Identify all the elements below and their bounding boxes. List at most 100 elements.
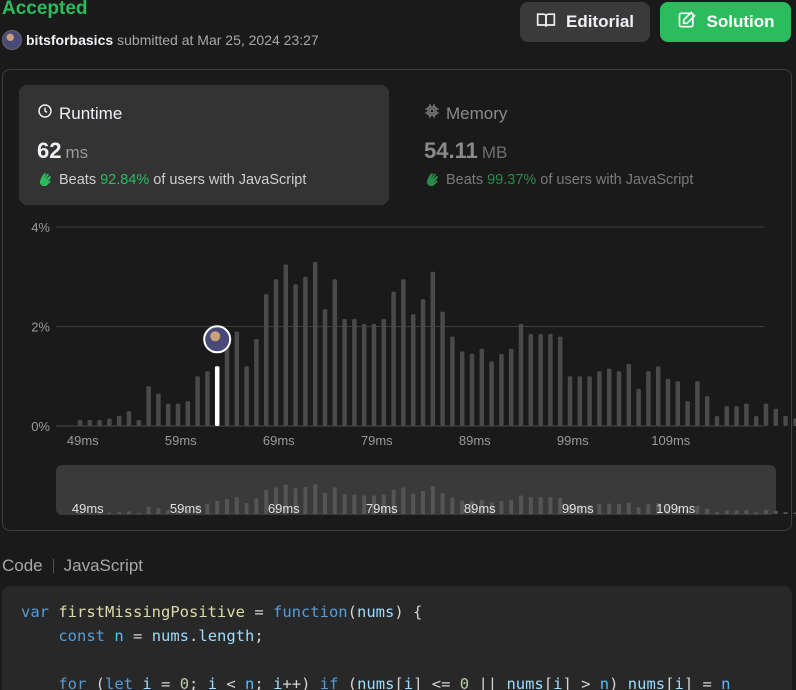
chart-bar[interactable]: [371, 324, 377, 426]
chart-bar[interactable]: [410, 314, 416, 426]
chart-bar[interactable]: [655, 366, 661, 426]
edit-icon: [677, 10, 697, 35]
chart-bar[interactable]: [714, 416, 720, 426]
runtime-card[interactable]: Runtime 62 ms Beats 92.84% of users with …: [19, 85, 389, 205]
chart-bar[interactable]: [744, 403, 749, 426]
chart-bar[interactable]: [273, 279, 279, 426]
chart-bar[interactable]: [303, 276, 308, 426]
memory-card[interactable]: Memory 54.11 MB Beats 99.37% of users wit…: [406, 85, 776, 205]
chart-bar[interactable]: [528, 333, 534, 426]
chart-bar[interactable]: [77, 420, 83, 426]
chart-bar[interactable]: [695, 381, 700, 426]
overview-bar: [646, 504, 651, 514]
chart-bar[interactable]: [459, 351, 465, 426]
code-block[interactable]: var firstMissingPositive = function(nums…: [2, 586, 792, 690]
editorial-button[interactable]: Editorial: [520, 2, 650, 42]
chart-bar[interactable]: [342, 319, 347, 426]
chart-bar[interactable]: [734, 406, 739, 426]
chart-bar[interactable]: [577, 376, 583, 426]
chart-bar[interactable]: [391, 291, 396, 426]
chart-bar[interactable]: [548, 333, 553, 426]
chart-bar[interactable]: [499, 353, 504, 426]
chart-bar[interactable]: [126, 411, 132, 426]
chart-bar[interactable]: [165, 403, 171, 426]
chart-bar[interactable]: [646, 371, 651, 426]
chart-bar[interactable]: [665, 378, 671, 426]
overview-bar: [499, 500, 504, 514]
chart-bar[interactable]: [254, 338, 259, 426]
chart-bar[interactable]: [606, 368, 612, 426]
chart-bar[interactable]: [87, 420, 93, 426]
chart-bar[interactable]: [205, 371, 210, 426]
chart-bar[interactable]: [567, 376, 573, 426]
overview-bar: [528, 497, 533, 514]
chart-bar[interactable]: [450, 336, 455, 426]
chart-bar[interactable]: [244, 366, 249, 426]
chart-bar[interactable]: [185, 401, 191, 426]
chart-bar[interactable]: [401, 279, 406, 426]
chart-bar[interactable]: [312, 261, 318, 426]
overview-tick-label: 49ms: [72, 501, 104, 515]
chart-bar[interactable]: [175, 403, 181, 426]
username-link[interactable]: bitsforbasics: [26, 32, 113, 48]
x-tick-label: 89ms: [459, 433, 491, 448]
chart-bar[interactable]: [557, 336, 563, 426]
chart-bar[interactable]: [156, 393, 161, 426]
code-header: Code JavaScript: [2, 556, 143, 576]
chart-bar[interactable]: [381, 319, 387, 426]
chart-bar[interactable]: [146, 386, 151, 426]
solution-button[interactable]: Solution: [660, 2, 791, 42]
chart-bar[interactable]: [224, 343, 230, 426]
runtime-distribution-chart[interactable]: 4% 2% 0% 49ms 59ms 69ms 79ms 89ms 99ms 109ms: [0, 215, 796, 455]
overview-bar: [734, 510, 739, 514]
chart-bar[interactable]: [469, 353, 475, 426]
chart-bar[interactable]: [420, 299, 426, 426]
overview-tick-label: 79ms: [366, 501, 398, 515]
highlight-bar[interactable]: [214, 366, 220, 426]
chart-bar[interactable]: [597, 371, 602, 426]
x-tick-label: 99ms: [557, 433, 589, 448]
chart-bar[interactable]: [332, 279, 338, 426]
chart-bar[interactable]: [675, 381, 681, 426]
chart-bar[interactable]: [508, 348, 514, 426]
overview-bar: [323, 492, 327, 514]
range-selector-bars[interactable]: 49ms 59ms 69ms 79ms 89ms 99ms 109ms: [0, 465, 796, 515]
chart-bar[interactable]: [636, 388, 641, 426]
chart-bar[interactable]: [704, 396, 710, 426]
avatar[interactable]: [2, 30, 22, 50]
chart-bar[interactable]: [538, 333, 543, 426]
chart-bar[interactable]: [753, 416, 759, 426]
chart-bar[interactable]: [263, 294, 269, 426]
code-language: JavaScript: [63, 556, 144, 575]
chart-bar[interactable]: [195, 376, 200, 426]
chart-bar[interactable]: [440, 311, 445, 426]
chart-bar[interactable]: [116, 416, 122, 426]
memory-beats-prefix: Beats: [446, 172, 484, 188]
chart-bar[interactable]: [773, 408, 779, 426]
chart-bar[interactable]: [430, 271, 436, 426]
chart-bar[interactable]: [479, 348, 485, 426]
chart-bar[interactable]: [97, 420, 102, 426]
chart-bar[interactable]: [587, 376, 592, 426]
runtime-beats-suffix: of users with JavaScript: [153, 172, 307, 188]
chart-bar[interactable]: [685, 401, 690, 426]
chart-bar[interactable]: [626, 363, 632, 426]
chart-bar[interactable]: [616, 371, 622, 426]
clock-icon: [37, 103, 53, 124]
chart-bar[interactable]: [283, 264, 289, 426]
chart-bar[interactable]: [322, 309, 328, 426]
overview-bar: [127, 511, 131, 514]
chart-bar[interactable]: [763, 403, 769, 426]
chart-bar[interactable]: [783, 416, 788, 426]
chart-bar[interactable]: [489, 361, 494, 426]
chart-bar[interactable]: [518, 324, 524, 426]
chart-bar[interactable]: [352, 319, 357, 426]
chart-bar[interactable]: [293, 284, 298, 426]
overview-bar: [430, 486, 435, 514]
chart-bar[interactable]: [107, 418, 112, 426]
chart-bar[interactable]: [361, 324, 367, 426]
chart-bar[interactable]: [136, 420, 142, 426]
chart-bar[interactable]: [724, 406, 730, 426]
chart-bar[interactable]: [234, 331, 240, 426]
